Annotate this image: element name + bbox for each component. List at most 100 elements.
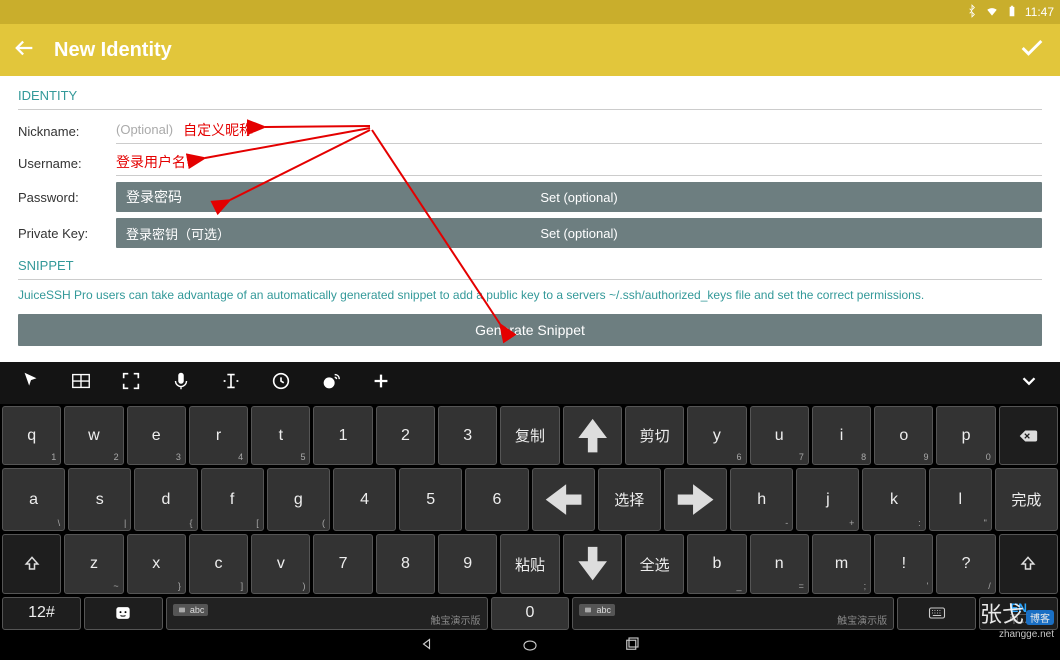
- nickname-placeholder: (Optional): [116, 122, 173, 137]
- bluetooth-icon: [965, 4, 979, 21]
- key-0[interactable]: 0: [491, 597, 570, 630]
- key-c[interactable]: c]: [189, 534, 248, 593]
- key-u[interactable]: u7: [750, 406, 809, 465]
- key-→[interactable]: [664, 468, 727, 531]
- username-input[interactable]: 登录用户名: [116, 150, 1042, 176]
- key-f[interactable]: f[: [201, 468, 264, 531]
- ime-keyboard: q1w2e3r4t5123复制 剪切y6u7i8o9p0 a\s|d{f[g(456…: [0, 362, 1060, 632]
- key-m[interactable]: m;: [812, 534, 871, 593]
- key-q[interactable]: q1: [2, 406, 61, 465]
- key-space[interactable]: abc触宝演示版: [572, 597, 894, 630]
- key-g[interactable]: g(: [267, 468, 330, 531]
- key-n[interactable]: n=: [750, 534, 809, 593]
- plus-icon[interactable]: [370, 370, 392, 397]
- key-y[interactable]: y6: [687, 406, 746, 465]
- privatekey-label: Private Key:: [18, 226, 106, 241]
- key-j[interactable]: j+: [796, 468, 859, 531]
- key-⇧[interactable]: [2, 534, 61, 593]
- key-2[interactable]: 2: [376, 406, 435, 465]
- key-7[interactable]: 7: [313, 534, 372, 593]
- key-?[interactable]: ?/: [936, 534, 995, 593]
- chevron-down-icon[interactable]: [1018, 370, 1040, 397]
- mic-icon[interactable]: [170, 370, 192, 397]
- key-1[interactable]: 1: [313, 406, 372, 465]
- android-status-bar: 11:47: [0, 0, 1060, 24]
- snippet-description: JuiceSSH Pro users can take advantage of…: [18, 288, 1042, 302]
- nickname-annotation: 自定义昵称: [183, 120, 253, 140]
- key-6[interactable]: 6: [465, 468, 528, 531]
- form-content: IDENTITY Nickname: (Optional) 自定义昵称 User…: [0, 76, 1060, 346]
- key-⌫[interactable]: [999, 406, 1058, 465]
- key-4[interactable]: 4: [333, 468, 396, 531]
- key-switch-keyboard[interactable]: [897, 597, 976, 630]
- key-l[interactable]: l": [929, 468, 992, 531]
- generate-snippet-button[interactable]: Generate Snippet: [18, 314, 1042, 346]
- privatekey-annotation: 登录密钥（可选）: [116, 224, 230, 243]
- key-←[interactable]: [532, 468, 595, 531]
- key-3[interactable]: 3: [438, 406, 497, 465]
- section-snippet: SNIPPET: [18, 258, 1042, 273]
- key-r[interactable]: r4: [189, 406, 248, 465]
- key-9[interactable]: 9: [438, 534, 497, 593]
- key-x[interactable]: x}: [127, 534, 186, 593]
- key-e[interactable]: e3: [127, 406, 186, 465]
- section-identity: IDENTITY: [18, 88, 1042, 103]
- battery-icon: [1005, 4, 1019, 21]
- key-b[interactable]: b_: [687, 534, 746, 593]
- nickname-label: Nickname:: [18, 124, 106, 139]
- nav-back-icon[interactable]: [417, 635, 439, 658]
- weibo-icon[interactable]: [320, 370, 342, 397]
- key-s[interactable]: s|: [68, 468, 131, 531]
- nav-recent-icon[interactable]: [621, 635, 643, 658]
- key-a[interactable]: a\: [2, 468, 65, 531]
- cursor-icon[interactable]: [20, 370, 42, 397]
- key-i[interactable]: i8: [812, 406, 871, 465]
- text-cursor-icon[interactable]: [220, 370, 242, 397]
- key-完成[interactable]: 完成: [995, 468, 1058, 531]
- key-p[interactable]: p0: [936, 406, 995, 465]
- username-label: Username:: [18, 156, 106, 171]
- key-5[interactable]: 5: [399, 468, 462, 531]
- key-选择[interactable]: 选择: [598, 468, 661, 531]
- key-复制[interactable]: 复制: [500, 406, 559, 465]
- wifi-icon: [985, 4, 999, 21]
- password-label: Password:: [18, 190, 106, 205]
- android-nav-bar: [0, 632, 1060, 660]
- key-12#[interactable]: 12#: [2, 597, 81, 630]
- key-o[interactable]: o9: [874, 406, 933, 465]
- key-k[interactable]: k:: [862, 468, 925, 531]
- username-annotation: 登录用户名: [116, 152, 186, 172]
- password-set-button[interactable]: 登录密码 Set (optional): [116, 182, 1042, 212]
- back-icon[interactable]: [14, 37, 36, 64]
- key-space[interactable]: abc触宝演示版: [166, 597, 488, 630]
- key-⇧[interactable]: [999, 534, 1058, 593]
- key-h[interactable]: h-: [730, 468, 793, 531]
- app-bar: New Identity: [0, 24, 1060, 76]
- key-t[interactable]: t5: [251, 406, 310, 465]
- nav-home-icon[interactable]: [519, 635, 541, 658]
- key-z[interactable]: z~: [64, 534, 123, 593]
- key-d[interactable]: d{: [134, 468, 197, 531]
- key-↑[interactable]: [563, 406, 622, 465]
- key-剪切[interactable]: 剪切: [625, 406, 684, 465]
- key-全选[interactable]: 全选: [625, 534, 684, 593]
- password-button-label: Set (optional): [540, 190, 617, 205]
- key-↓[interactable]: [563, 534, 622, 593]
- key-![interactable]: !': [874, 534, 933, 593]
- nickname-input[interactable]: (Optional) 自定义昵称: [116, 118, 1042, 144]
- key-emoji[interactable]: [84, 597, 163, 630]
- key-w[interactable]: w2: [64, 406, 123, 465]
- status-time: 11:47: [1025, 5, 1054, 19]
- key-粘贴[interactable]: 粘贴: [500, 534, 559, 593]
- clock-icon[interactable]: [270, 370, 292, 397]
- grid-icon[interactable]: [70, 370, 92, 397]
- privatekey-set-button[interactable]: 登录密钥（可选） Set (optional): [116, 218, 1042, 248]
- fullscreen-icon[interactable]: [120, 370, 142, 397]
- key-v[interactable]: v): [251, 534, 310, 593]
- privatekey-button-label: Set (optional): [540, 226, 617, 241]
- confirm-icon[interactable]: [1018, 34, 1046, 67]
- key-8[interactable]: 8: [376, 534, 435, 593]
- password-annotation: 登录密码: [116, 187, 182, 207]
- page-title: New Identity: [54, 39, 172, 62]
- key-lang-toggle[interactable]: EN中…: [979, 597, 1058, 630]
